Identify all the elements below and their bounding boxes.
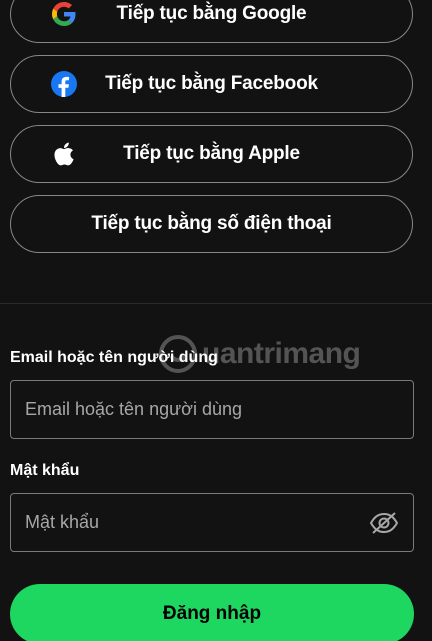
password-label: Mật khẩu: [10, 462, 80, 479]
password-input[interactable]: [25, 494, 365, 551]
watermark-text: uantrimang: [202, 337, 361, 370]
password-field-container: [10, 493, 414, 552]
google-icon: [51, 1, 77, 27]
email-input[interactable]: [25, 381, 365, 438]
google-button-label: Tiếp tục bằng Google: [116, 3, 307, 24]
section-divider: [0, 303, 432, 304]
continue-with-google-button[interactable]: Tiếp tục bằng Google: [10, 0, 413, 43]
facebook-icon: [51, 71, 77, 97]
apple-button-label: Tiếp tục bằng Apple: [123, 143, 300, 164]
apple-icon: [51, 141, 77, 167]
email-field-container: [10, 380, 414, 439]
continue-with-facebook-button[interactable]: Tiếp tục bằng Facebook: [10, 55, 413, 113]
phone-button-label: Tiếp tục bằng số điện thoại: [91, 213, 332, 234]
login-button-label: Đăng nhập: [162, 603, 262, 624]
login-page: Tiếp tục bằng Google Tiếp tục bằng Faceb…: [0, 0, 432, 641]
show-password-toggle[interactable]: [369, 510, 399, 536]
continue-with-apple-button[interactable]: Tiếp tục bằng Apple: [10, 125, 413, 183]
continue-with-phone-button[interactable]: Tiếp tục bằng số điện thoại: [10, 195, 413, 253]
facebook-button-label: Tiếp tục bằng Facebook: [105, 73, 318, 94]
eye-off-icon: [369, 511, 399, 534]
login-button[interactable]: Đăng nhập: [10, 584, 414, 641]
email-label: Email hoặc tên người dùng: [10, 349, 218, 366]
